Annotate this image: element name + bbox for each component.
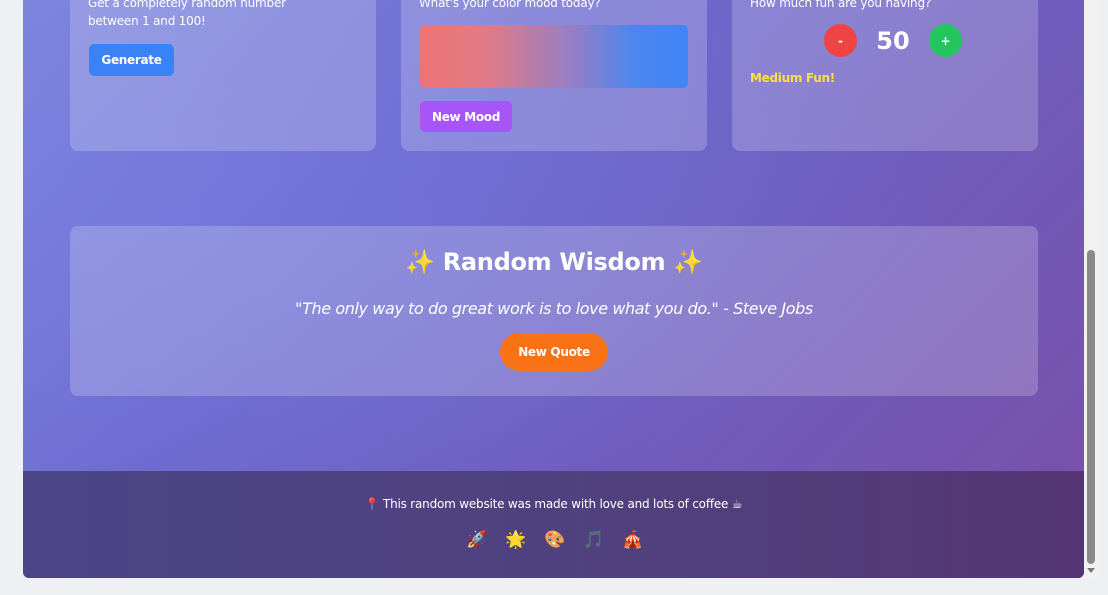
star-icon: 🌟 xyxy=(505,530,527,550)
new-quote-button[interactable]: New Quote xyxy=(500,333,608,371)
random-number-card: Get a completely random number between 1… xyxy=(70,0,376,151)
color-mood-question: What's your color mood today? xyxy=(419,0,601,10)
scroll-down-arrow-icon[interactable] xyxy=(1087,568,1095,573)
sparkles-icon: ✨ xyxy=(405,248,435,276)
increase-fun-button[interactable]: + xyxy=(929,24,962,57)
circus-tent-icon: 🎪 xyxy=(622,530,644,550)
rocket-icon: 🚀 xyxy=(466,530,488,550)
footer-text: 📍 This random website was made with love… xyxy=(364,497,743,511)
color-mood-card: What's your color mood today? New Mood xyxy=(401,0,707,151)
music-icon: 🎵 xyxy=(583,530,605,550)
random-wisdom-section: ✨ Random Wisdom ✨ "The only way to do gr… xyxy=(70,226,1038,396)
page-viewport: Get a completely random number between 1… xyxy=(23,0,1084,578)
random-number-description: Get a completely random number between 1… xyxy=(88,0,286,28)
generate-button[interactable]: Generate xyxy=(89,44,174,76)
fun-meter-controls: - 50 + xyxy=(824,24,962,57)
color-mood-swatch xyxy=(420,25,688,88)
fun-meter-value: 50 xyxy=(876,26,910,55)
vertical-scrollbar[interactable] xyxy=(1084,0,1098,578)
wisdom-heading: ✨ Random Wisdom ✨ xyxy=(70,248,1038,276)
sparkles-icon: ✨ xyxy=(673,248,703,276)
decrease-fun-button[interactable]: - xyxy=(824,24,857,57)
fun-meter-card: How much fun are you having? - 50 + Medi… xyxy=(732,0,1038,151)
page-footer: 📍 This random website was made with love… xyxy=(23,471,1084,578)
footer-icons: 🚀 🌟 🎨 🎵 🎪 xyxy=(23,530,1084,550)
wisdom-quote: "The only way to do great work is to lov… xyxy=(295,299,813,318)
palette-icon: 🎨 xyxy=(544,530,566,550)
scrollbar-thumb[interactable] xyxy=(1087,250,1095,564)
wisdom-title: Random Wisdom xyxy=(442,248,666,276)
fun-meter-question: How much fun are you having? xyxy=(750,0,932,10)
new-mood-button[interactable]: New Mood xyxy=(420,101,512,132)
fun-level-label: Medium Fun! xyxy=(750,71,835,85)
